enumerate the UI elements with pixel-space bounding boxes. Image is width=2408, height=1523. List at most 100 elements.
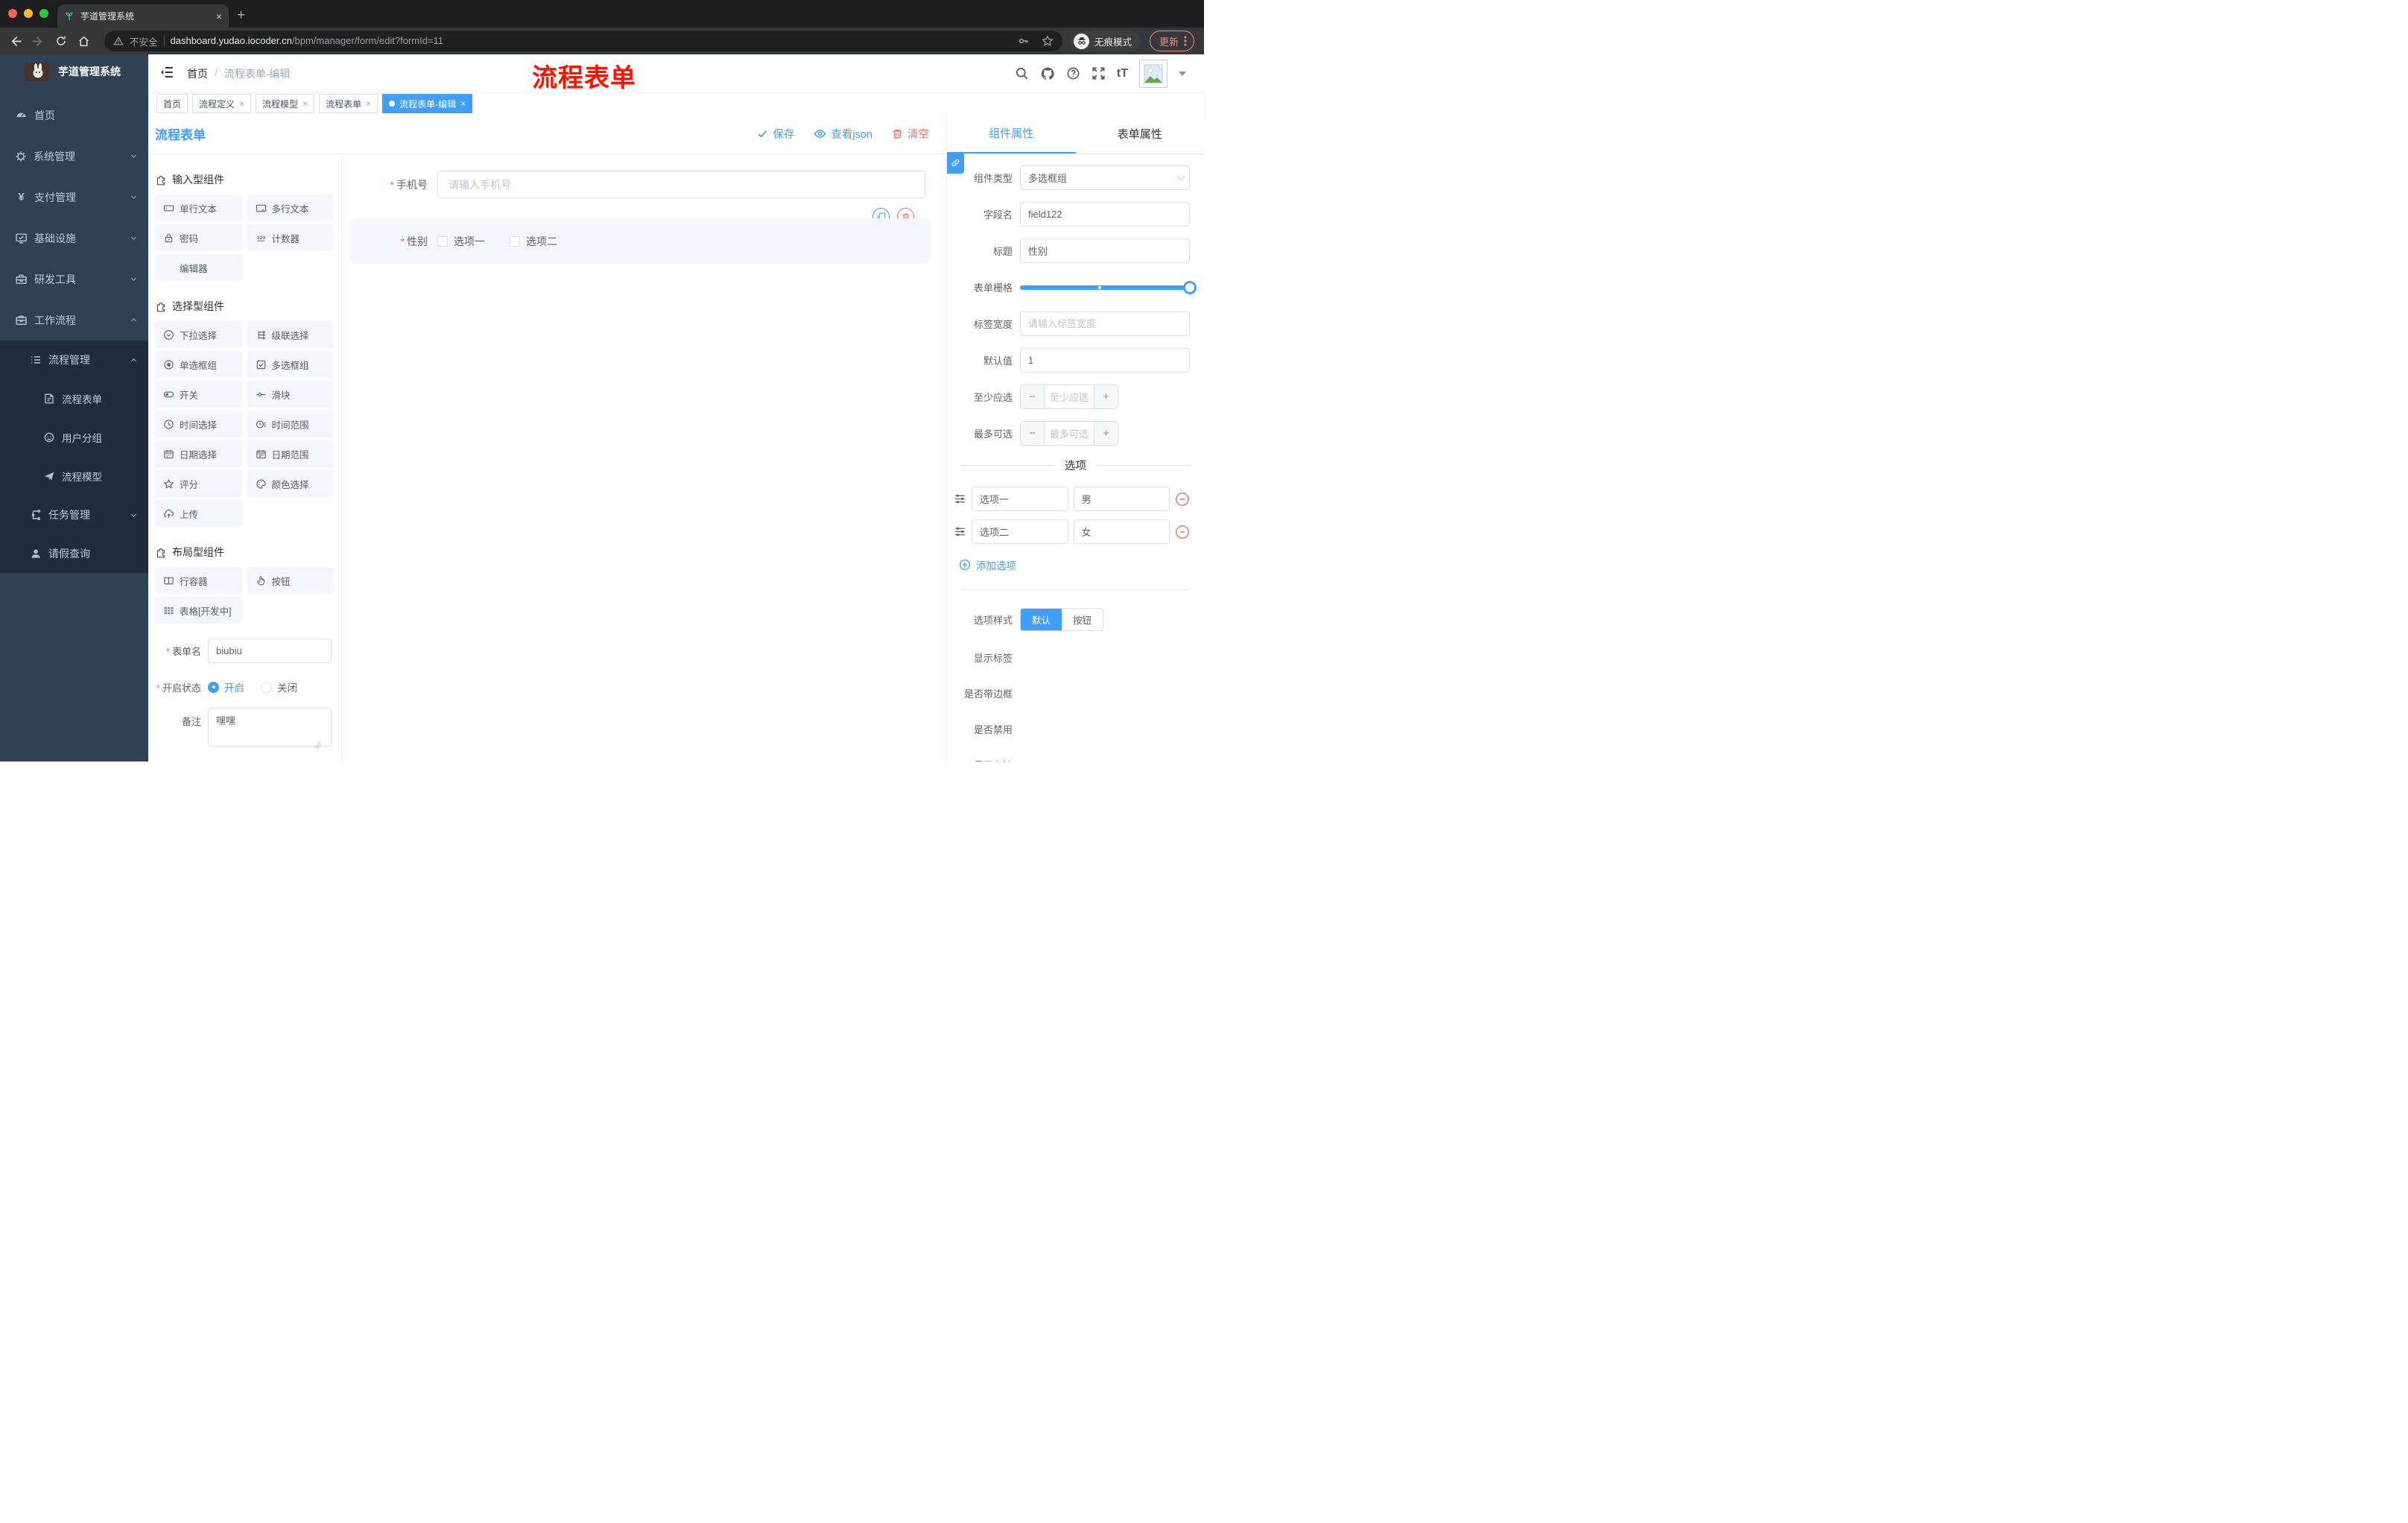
password-key-icon[interactable] bbox=[1018, 35, 1030, 47]
palette-item-editor[interactable]: 编辑器 bbox=[155, 254, 242, 281]
stepper-minus-button[interactable]: − bbox=[1021, 422, 1045, 445]
window-controls[interactable] bbox=[8, 9, 48, 18]
palette-item-password[interactable]: 密码 bbox=[155, 224, 242, 251]
clear-button[interactable]: 清空 bbox=[892, 126, 929, 142]
tag-process-definition[interactable]: 流程定义 × bbox=[192, 94, 252, 113]
sidebar-item-devtools[interactable]: 研发工具 bbox=[0, 259, 148, 300]
tag-close-icon[interactable]: × bbox=[366, 98, 371, 109]
palette-item-time-picker[interactable]: 时间选择 bbox=[155, 411, 242, 437]
palette-item-multi-text[interactable]: 多行文本 bbox=[247, 194, 334, 221]
sidebar-item-process-model[interactable]: 流程模型 bbox=[0, 457, 148, 495]
form-name-input[interactable] bbox=[208, 639, 332, 663]
tag-close-icon[interactable]: × bbox=[239, 98, 244, 109]
tag-close-icon[interactable]: × bbox=[302, 98, 308, 109]
sidebar-item-home[interactable]: 首页 bbox=[0, 95, 148, 136]
fullscreen-icon[interactable] bbox=[1091, 66, 1106, 80]
sidebar-item-leave-query[interactable]: 请假查询 bbox=[0, 534, 148, 573]
drag-handle-icon[interactable] bbox=[954, 493, 966, 505]
breadcrumb-home[interactable]: 首页 bbox=[187, 66, 208, 81]
status-open-radio[interactable]: 开启 bbox=[208, 680, 244, 694]
palette-item-radio-group[interactable]: 单选框组 bbox=[155, 351, 242, 378]
sidebar-item-process-form[interactable]: 流程表单 bbox=[0, 379, 148, 418]
sidebar-item-task-mgmt[interactable]: 任务管理 bbox=[0, 495, 148, 534]
label-width-input[interactable] bbox=[1020, 311, 1190, 336]
tab-close-button[interactable]: × bbox=[216, 10, 222, 22]
grid-slider[interactable] bbox=[1020, 280, 1197, 294]
browser-menu-dots-icon[interactable] bbox=[1184, 35, 1187, 47]
tab-form-props[interactable]: 表单属性 bbox=[1076, 114, 1205, 153]
minimize-window-button[interactable] bbox=[24, 9, 33, 18]
new-tab-button[interactable]: + bbox=[237, 6, 245, 25]
palette-item-select[interactable]: 下拉选择 bbox=[155, 321, 242, 348]
palette-item-cascader[interactable]: 级联选择 bbox=[247, 321, 334, 348]
option2-label-input[interactable] bbox=[972, 519, 1068, 544]
browser-tab[interactable]: 芋道管理系统 × bbox=[57, 4, 229, 28]
gender-option1-checkbox[interactable]: 选项一 bbox=[437, 234, 485, 249]
link-handle-button[interactable] bbox=[947, 152, 964, 174]
style-button-button[interactable]: 按钮 bbox=[1062, 609, 1103, 630]
slider-handle[interactable] bbox=[1183, 280, 1197, 294]
sidebar-item-process-mgmt[interactable]: 流程管理 bbox=[0, 341, 148, 379]
tab-component-props[interactable]: 组件属性 bbox=[947, 114, 1076, 153]
sidebar-item-payment[interactable]: ¥ 支付管理 bbox=[0, 177, 148, 218]
sidebar-item-user-group[interactable]: 用户分组 bbox=[0, 418, 148, 457]
drag-handle-icon[interactable] bbox=[954, 525, 966, 538]
avatar-caret-icon[interactable] bbox=[1179, 71, 1186, 80]
stepper-plus-button[interactable]: + bbox=[1094, 422, 1118, 445]
sidebar-item-system[interactable]: 系统管理 bbox=[0, 136, 148, 177]
palette-item-date-picker[interactable]: 日期选择 bbox=[155, 440, 242, 467]
remove-option-icon[interactable] bbox=[1175, 492, 1190, 507]
component-type-select[interactable] bbox=[1020, 165, 1190, 190]
remove-option-icon[interactable] bbox=[1175, 525, 1190, 539]
max-select-value[interactable]: 最多可选 bbox=[1045, 422, 1094, 445]
default-value-input[interactable] bbox=[1020, 348, 1190, 373]
gender-option2-checkbox[interactable]: 选项二 bbox=[510, 234, 557, 249]
palette-item-slider[interactable]: 滑块 bbox=[247, 381, 334, 408]
tag-process-form-edit[interactable]: 流程表单-编辑 × bbox=[382, 94, 473, 113]
textarea-resize-handle[interactable] bbox=[314, 741, 320, 748]
palette-item-counter[interactable]: 123 计数器 bbox=[247, 224, 334, 251]
palette-item-single-text[interactable]: 单行文本 bbox=[155, 194, 242, 221]
avatar[interactable] bbox=[1139, 59, 1167, 88]
palette-item-upload[interactable]: 上传 bbox=[155, 500, 242, 527]
palette-item-button[interactable]: 按钮 bbox=[247, 567, 334, 594]
help-icon[interactable] bbox=[1066, 66, 1080, 80]
sidebar-item-infra[interactable]: 基础设施 bbox=[0, 218, 148, 259]
maximize-window-button[interactable] bbox=[39, 9, 48, 18]
back-icon[interactable] bbox=[9, 35, 22, 48]
logo-row[interactable]: 芋道管理系统 bbox=[0, 54, 148, 89]
sidebar-item-workflow[interactable]: 工作流程 bbox=[0, 300, 148, 341]
save-button[interactable]: 保存 bbox=[757, 126, 794, 142]
palette-item-time-range[interactable]: 时间范围 bbox=[247, 411, 334, 437]
search-icon[interactable] bbox=[1015, 66, 1029, 80]
url-bar[interactable]: 不安全 dashboard.yudao.iocoder.cn/bpm/manag… bbox=[104, 31, 1062, 51]
phone-input[interactable] bbox=[437, 171, 925, 198]
add-option-button[interactable]: 添加选项 bbox=[959, 557, 1204, 572]
tag-process-model[interactable]: 流程模型 × bbox=[256, 94, 315, 113]
reload-icon[interactable] bbox=[55, 35, 67, 48]
tag-process-form[interactable]: 流程表单 × bbox=[319, 94, 378, 113]
forward-icon[interactable] bbox=[32, 35, 45, 48]
browser-update-button[interactable]: 更新 bbox=[1150, 31, 1195, 51]
palette-item-rate[interactable]: 评分 bbox=[155, 470, 242, 497]
palette-item-checkbox-group[interactable]: 多选框组 bbox=[247, 351, 334, 378]
option1-value-input[interactable] bbox=[1073, 487, 1170, 511]
style-default-button[interactable]: 默认 bbox=[1021, 609, 1062, 630]
field-name-input[interactable] bbox=[1020, 202, 1190, 227]
tag-close-icon[interactable]: × bbox=[460, 98, 466, 109]
stepper-plus-button[interactable]: + bbox=[1094, 385, 1118, 408]
view-json-button[interactable]: 查看json bbox=[814, 126, 872, 142]
stepper-minus-button[interactable]: − bbox=[1021, 385, 1045, 408]
selected-gender-component[interactable]: * 性别 选项一 选项二 bbox=[349, 218, 931, 264]
palette-item-switch[interactable]: 开关 bbox=[155, 381, 242, 408]
title-input[interactable] bbox=[1020, 238, 1190, 263]
palette-item-date-range[interactable]: 日期范围 bbox=[247, 440, 334, 467]
option1-label-input[interactable] bbox=[972, 487, 1068, 511]
tag-home[interactable]: 首页 bbox=[156, 94, 188, 113]
font-size-icon[interactable]: tT bbox=[1117, 67, 1128, 80]
phone-field-row[interactable]: * 手机号 bbox=[342, 171, 925, 198]
bookmark-star-icon[interactable] bbox=[1042, 35, 1054, 47]
palette-item-table[interactable]: 表格[开发中] bbox=[155, 597, 242, 624]
status-closed-radio[interactable]: 关闭 bbox=[261, 680, 297, 694]
close-window-button[interactable] bbox=[8, 9, 17, 18]
